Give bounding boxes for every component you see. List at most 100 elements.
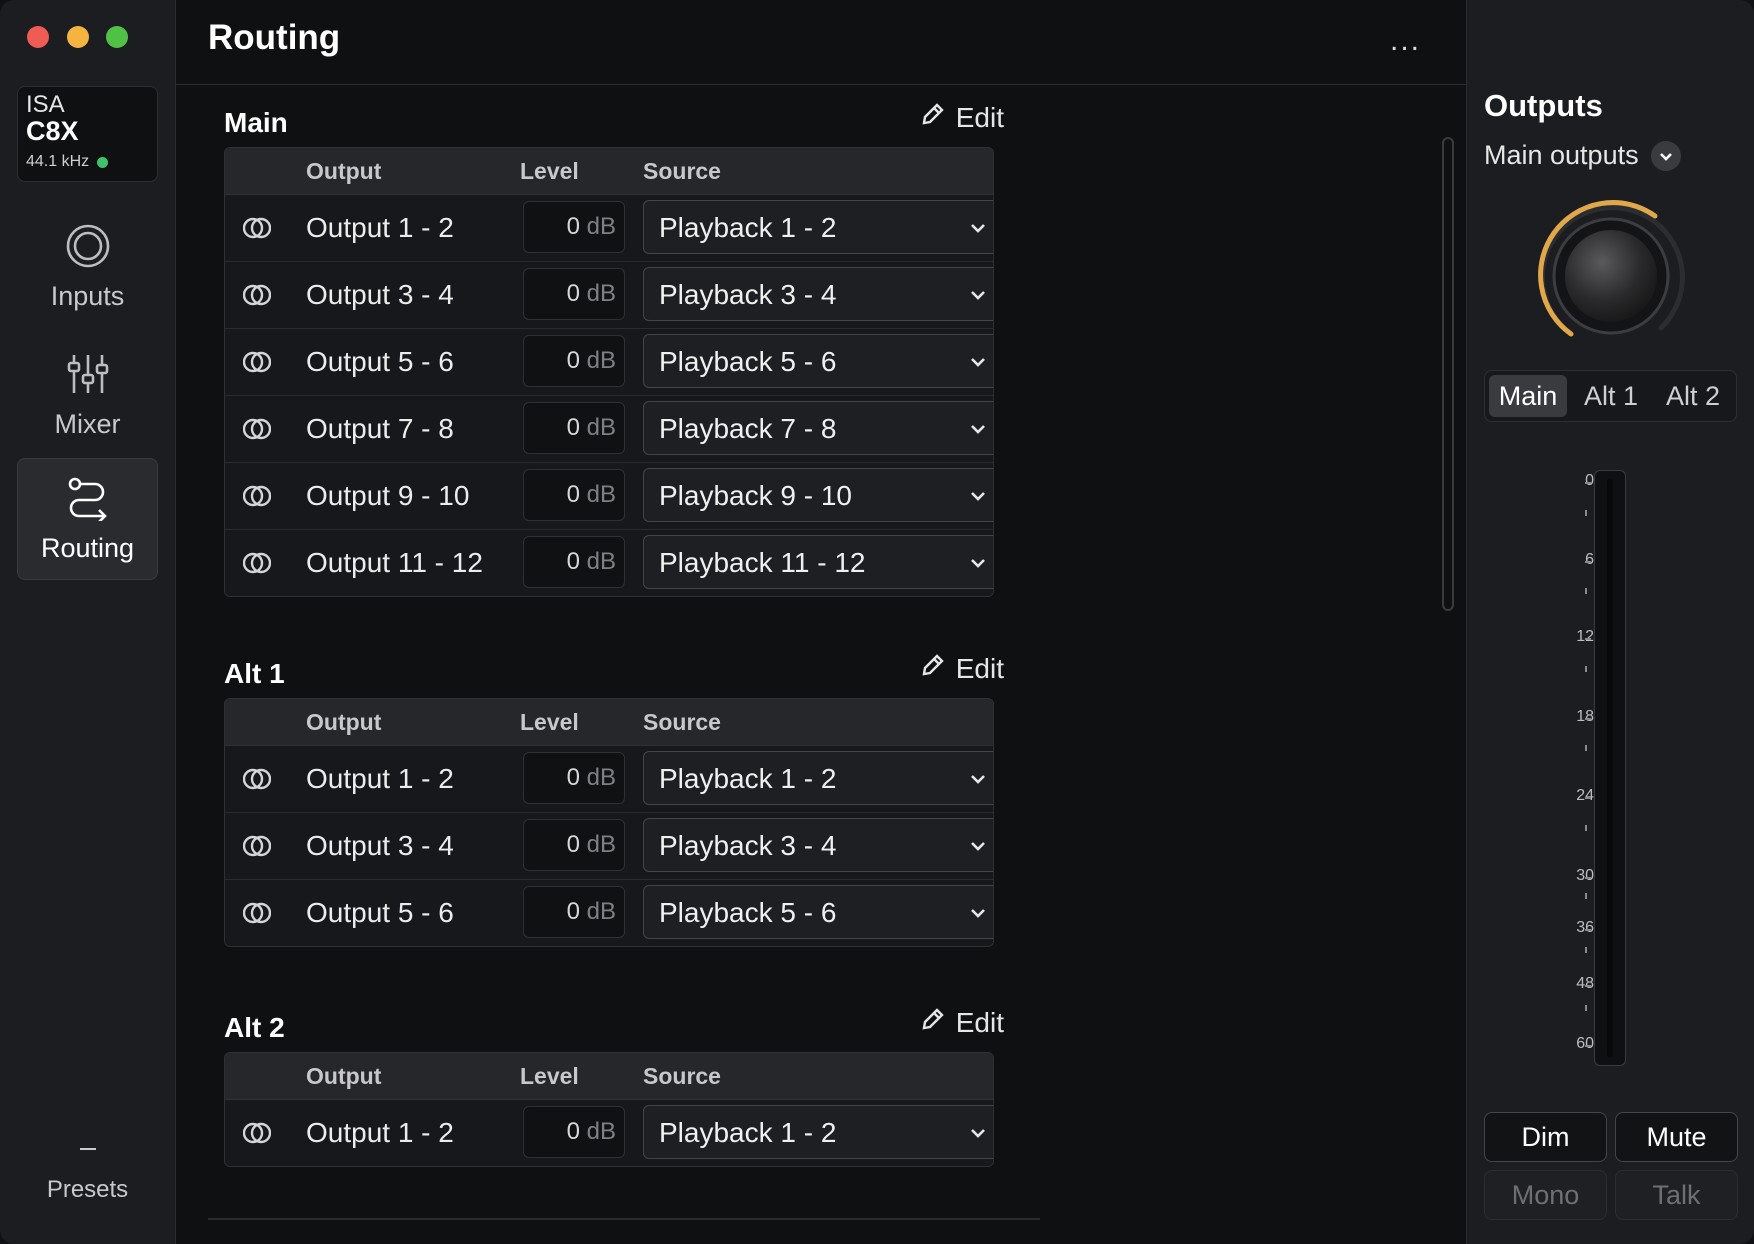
sample-rate: 44.1 kHz: [26, 153, 90, 170]
output-name: Output 7 - 8: [306, 413, 454, 444]
device-card[interactable]: ISA C8X 44.1 kHz: [17, 86, 158, 182]
level-field[interactable]: 0 dB: [523, 1106, 625, 1158]
section-title: Alt 2: [224, 1012, 285, 1043]
scale-tick-mark: [1585, 561, 1591, 563]
table-row: Output 7 - 8 0 dB Playback 7 - 8: [225, 395, 993, 462]
level-unit: dB: [586, 280, 616, 307]
sidebar-item-routing[interactable]: Routing: [17, 458, 158, 580]
stereo-link-icon[interactable]: [242, 483, 272, 514]
divider: [208, 1218, 1040, 1220]
inputs-icon: [66, 224, 109, 267]
scale-minor-tick: [1585, 1005, 1587, 1011]
sidebar-item-label: Routing: [40, 532, 135, 563]
status-dot: [97, 156, 109, 168]
table-row: Output 1 - 2 0 dB Playback 1 - 2: [225, 746, 993, 812]
scale-tick-mark: [1585, 638, 1591, 640]
presets-label: Presets: [46, 1176, 129, 1203]
tab-main[interactable]: Main: [1489, 375, 1567, 417]
dim-button[interactable]: Dim: [1484, 1112, 1607, 1162]
table-header: Output Level Source: [225, 1053, 993, 1100]
page-title: Routing: [208, 18, 341, 57]
presets-button[interactable]: Presets: [17, 1148, 158, 1204]
scale-tick-label: 30: [1576, 867, 1594, 884]
level-value: 0: [566, 898, 580, 925]
source-dropdown[interactable]: Playback 7 - 8: [643, 401, 993, 455]
level-field[interactable]: 0 dB: [523, 402, 625, 454]
level-value: 0: [566, 1118, 580, 1145]
tab-alt-2[interactable]: Alt 2: [1653, 375, 1733, 417]
stereo-link-icon[interactable]: [242, 766, 272, 797]
mute-button[interactable]: Mute: [1615, 1112, 1738, 1162]
source-dropdown[interactable]: Playback 9 - 10: [643, 468, 993, 522]
close-window-button[interactable]: [27, 26, 49, 48]
stereo-link-icon[interactable]: [242, 550, 272, 581]
scale-minor-tick: [1585, 588, 1587, 594]
chevron-down-icon[interactable]: [1650, 140, 1681, 171]
level-field[interactable]: 0 dB: [523, 536, 625, 588]
outputs-selector[interactable]: Main outputs: [1484, 140, 1681, 171]
level-value: 0: [566, 481, 580, 508]
level-unit: dB: [586, 764, 616, 791]
source-dropdown[interactable]: Playback 5 - 6: [643, 885, 993, 939]
tab-alt-1[interactable]: Alt 1: [1571, 375, 1651, 417]
scale-minor-tick: [1585, 825, 1587, 831]
edit-button[interactable]: Edit: [920, 1006, 1004, 1039]
source-value: Playback 5 - 6: [659, 897, 837, 928]
pencil-icon: [920, 652, 946, 685]
stereo-link-icon[interactable]: [242, 833, 272, 864]
level-field[interactable]: 0 dB: [523, 886, 625, 938]
talk-button[interactable]: Talk: [1615, 1170, 1738, 1220]
level-field[interactable]: 0 dB: [523, 752, 625, 804]
section-title: Main: [224, 107, 288, 138]
volume-knob[interactable]: [1537, 200, 1685, 348]
level-field[interactable]: 0 dB: [523, 469, 625, 521]
level-field[interactable]: 0 dB: [523, 819, 625, 871]
scale-tick-label: 24: [1576, 787, 1594, 804]
header: Routing ...: [176, 0, 1466, 85]
column-header-output: Output: [306, 158, 382, 184]
output-name: Output 5 - 6: [306, 897, 454, 928]
source-dropdown[interactable]: Playback 5 - 6: [643, 334, 993, 388]
scale-tick-label: 48: [1576, 975, 1594, 992]
stereo-link-icon[interactable]: [242, 349, 272, 380]
scrollbar[interactable]: [1442, 137, 1454, 611]
more-options-icon[interactable]: ...: [1390, 24, 1421, 58]
source-value: Playback 1 - 2: [659, 763, 837, 794]
edit-label: Edit: [955, 652, 1004, 684]
level-unit: dB: [586, 213, 616, 240]
source-dropdown[interactable]: Playback 3 - 4: [643, 818, 993, 872]
output-name: Output 1 - 2: [306, 212, 454, 243]
minimize-window-button[interactable]: [67, 26, 89, 48]
table-row: Output 5 - 6 0 dB Playback 5 - 6: [225, 879, 993, 946]
level-value: 0: [566, 213, 580, 240]
zoom-window-button[interactable]: [106, 26, 128, 48]
level-value: 0: [566, 347, 580, 374]
stereo-link-icon[interactable]: [242, 1120, 272, 1151]
scale-minor-tick: [1585, 947, 1587, 953]
sidebar-item-inputs[interactable]: Inputs: [17, 206, 158, 328]
table-row: Output 1 - 2 0 dB Playback 1 - 2: [225, 1100, 993, 1166]
scale-tick-label: 36: [1576, 919, 1594, 936]
stereo-link-icon[interactable]: [242, 282, 272, 313]
level-value: 0: [566, 831, 580, 858]
column-header-output: Output: [306, 1063, 382, 1089]
stereo-link-icon[interactable]: [242, 215, 272, 246]
level-field[interactable]: 0 dB: [523, 335, 625, 387]
sidebar-item-mixer[interactable]: Mixer: [17, 334, 158, 456]
stereo-link-icon[interactable]: [242, 416, 272, 447]
edit-button[interactable]: Edit: [920, 652, 1004, 685]
level-field[interactable]: 0 dB: [523, 268, 625, 320]
source-dropdown[interactable]: Playback 11 - 12: [643, 535, 993, 589]
stereo-link-icon[interactable]: [242, 900, 272, 931]
mono-button[interactable]: Mono: [1484, 1170, 1607, 1220]
source-dropdown[interactable]: Playback 3 - 4: [643, 267, 993, 321]
edit-button[interactable]: Edit: [920, 101, 1004, 134]
source-value: Playback 7 - 8: [659, 413, 837, 444]
source-dropdown[interactable]: Playback 1 - 2: [643, 1105, 993, 1159]
source-dropdown[interactable]: Playback 1 - 2: [643, 200, 993, 254]
routing-content: Main Edit Output Level Source Output 1 - 2 0 d…: [176, 85, 1466, 1244]
source-dropdown[interactable]: Playback 1 - 2: [643, 751, 993, 805]
source-value: Playback 5 - 6: [659, 346, 837, 377]
outputs-selector-label: Main outputs: [1484, 140, 1639, 170]
level-field[interactable]: 0 dB: [523, 201, 625, 253]
